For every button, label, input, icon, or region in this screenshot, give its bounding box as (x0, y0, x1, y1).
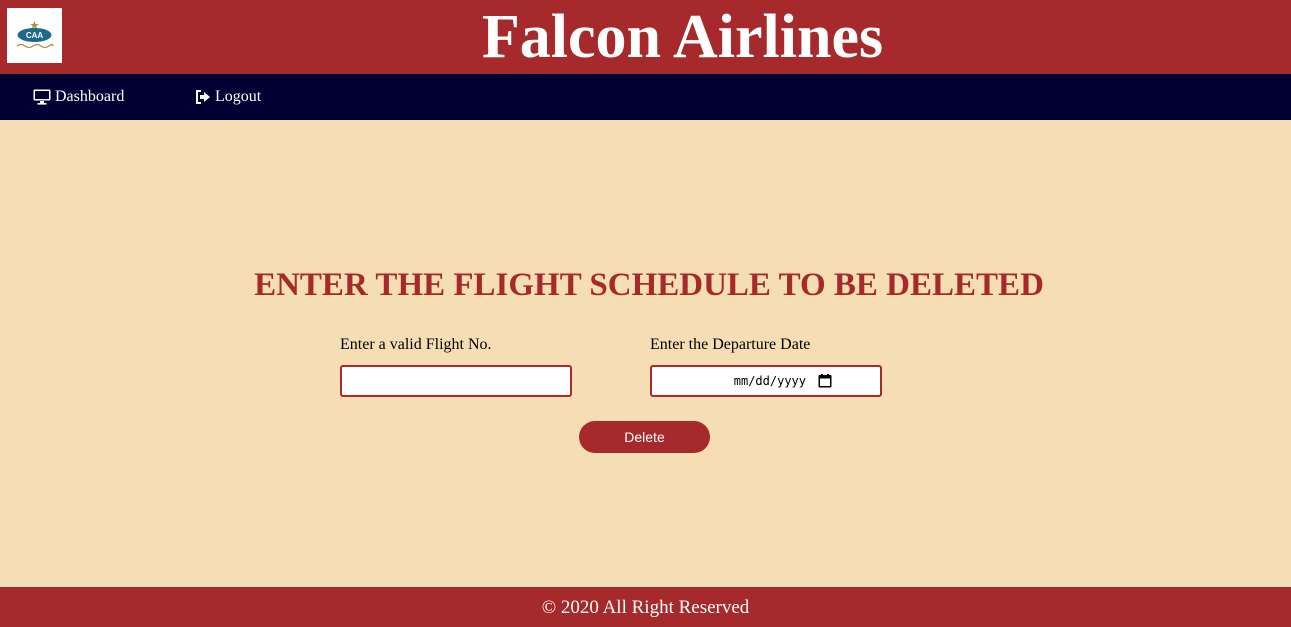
nav-dashboard-label: Dashboard (55, 88, 125, 105)
nav-dashboard-link[interactable]: Dashboard (33, 74, 124, 120)
monitor-icon (33, 89, 51, 105)
departure-date-input[interactable]: mm/dd/yyyy (650, 365, 882, 397)
flight-number-input[interactable] (340, 365, 572, 397)
nav-logout-link[interactable]: Logout (195, 74, 261, 120)
site-footer: © 2020 All Right Reserved (0, 587, 1291, 627)
departure-date-label: Enter the Departure Date (650, 336, 811, 353)
site-header: CAA Falcon Airlines (0, 0, 1291, 74)
page-heading: ENTER THE FLIGHT SCHEDULE TO BE DELETED (254, 267, 1044, 303)
site-title: Falcon Airlines (481, 3, 884, 71)
main-navbar: Dashboard Logout (0, 74, 1291, 120)
date-placeholder: mm/dd/yyyy (733, 374, 806, 388)
sign-out-icon (196, 90, 210, 104)
delete-button[interactable]: Delete (579, 421, 710, 453)
nav-logout-label: Logout (215, 88, 262, 105)
calendar-icon[interactable] (818, 374, 832, 388)
flight-number-label: Enter a valid Flight No. (340, 336, 492, 353)
